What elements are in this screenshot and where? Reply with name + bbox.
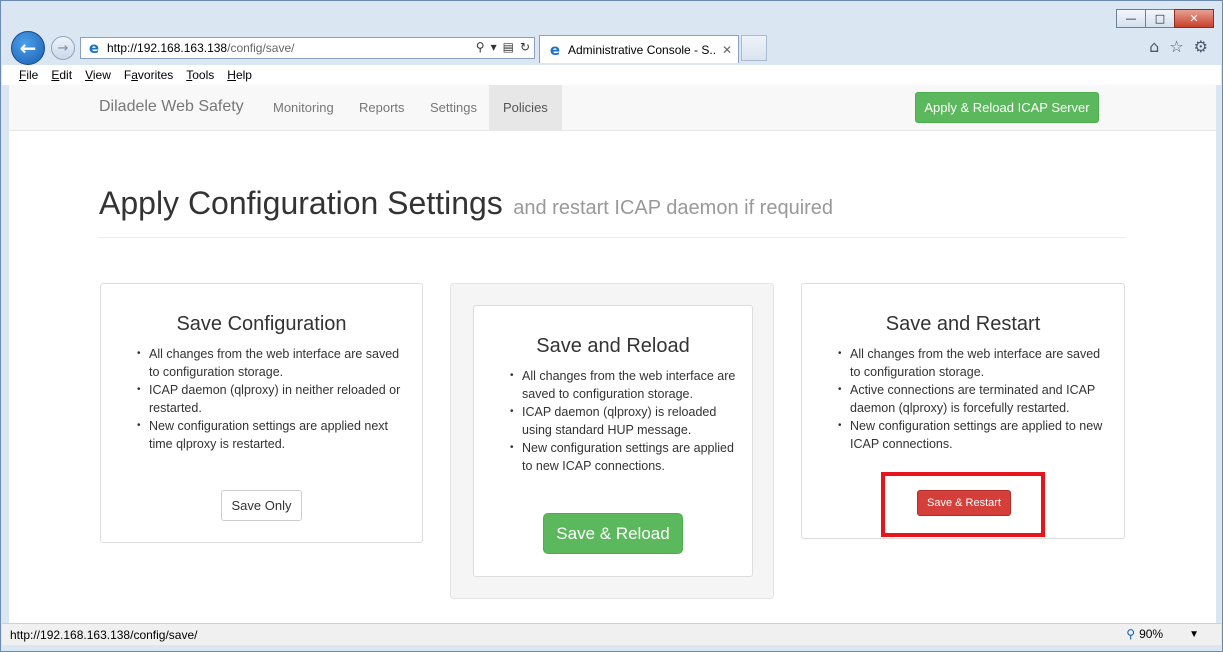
page-header: Apply Configuration Settings and restart… [99,185,1125,238]
list-item: All changes from the web interface are s… [137,345,407,381]
save-reload-panel: Save and Reload All changes from the web… [473,305,753,577]
maximize-icon[interactable]: □ [1145,9,1175,28]
menu-view[interactable]: View [85,68,111,82]
list-item: ICAP daemon (qlproxy) is reloaded using … [510,403,742,439]
dropdown-icon[interactable]: ▾ [491,40,497,54]
status-bar: http://192.168.163.138/config/save/ ⚲ 90… [2,623,1221,645]
minimize-icon[interactable]: — [1116,9,1146,28]
page-subtitle: and restart ICAP daemon if required [513,197,834,219]
list-item: All changes from the web interface are s… [510,367,742,403]
page-title: Apply Configuration Settings [99,185,503,221]
browser-tab[interactable]: e Administrative Console - S... ✕ [539,35,739,63]
list-item: New configuration settings are applied t… [510,439,742,475]
address-tools: ⚲ ▾ ▤ ↻ [476,40,530,54]
forward-arrow-icon[interactable]: → [51,36,75,60]
panel-list: All changes from the web interface are s… [510,367,742,475]
menu-favorites[interactable]: Favorites [124,68,173,82]
panel-title: Save and Reload [536,335,690,357]
browser-window: — □ ✕ ← → e http://192.168.163.138/confi… [0,0,1223,652]
new-tab-button[interactable] [741,35,767,61]
save-reload-well: Save and Reload All changes from the web… [450,283,774,599]
panel-list: All changes from the web interface are s… [137,345,407,453]
url-path: /config/save/ [227,41,295,55]
zoom-level: 90% [1139,627,1164,641]
window-controls: — □ ✕ [1116,9,1214,28]
highlight-annotation-box [881,472,1045,537]
zoom-control[interactable]: ⚲ 90% ▼ [1126,627,1199,641]
apply-reload-icap-button[interactable]: Apply & Reload ICAP Server [915,92,1099,123]
list-item: Active connections are terminated and IC… [838,381,1110,417]
close-icon[interactable]: ✕ [1174,9,1214,28]
compatibility-icon[interactable]: ▤ [503,40,514,54]
save-only-button[interactable]: Save Only [221,490,302,521]
favorites-star-icon[interactable]: ☆ [1169,37,1183,56]
settings-gear-icon[interactable]: ⚙ [1194,37,1208,56]
list-item: All changes from the web interface are s… [838,345,1110,381]
page-viewport: Diladele Web Safety Monitoring Reports S… [9,85,1216,623]
save-configuration-panel: Save Configuration All changes from the … [100,283,423,543]
menu-help[interactable]: Help [227,68,252,82]
browser-right-icons: ⌂ ☆ ⚙ [1149,37,1208,56]
panel-title: Save and Restart [885,313,1041,335]
url-host: http://192.168.163.138 [107,41,228,55]
list-item: ICAP daemon (qlproxy) in neither reloade… [137,381,407,417]
tab-close-icon[interactable]: ✕ [722,43,732,57]
search-icon[interactable]: ⚲ [476,40,485,54]
tab-ie-icon: e [549,40,561,59]
zoom-magnifier-icon: ⚲ [1126,627,1136,641]
nav-policies[interactable]: Policies [489,85,562,131]
panel-list: All changes from the web interface are s… [838,345,1110,453]
menu-file[interactable]: File [19,68,38,82]
browser-nav-row: ← → e http://192.168.163.138/config/save… [1,29,1222,65]
nav-reports[interactable]: Reports [359,100,405,115]
site-navbar: Diladele Web Safety Monitoring Reports S… [9,85,1216,131]
status-url: http://192.168.163.138/config/save/ [10,627,198,642]
list-item: New configuration settings are applied n… [137,417,407,453]
address-bar[interactable]: e http://192.168.163.138/config/save/ ⚲ … [80,37,535,59]
back-arrow-icon[interactable]: ← [11,31,45,65]
refresh-icon[interactable]: ↻ [520,40,530,54]
site-brand[interactable]: Diladele Web Safety [99,98,244,116]
nav-settings[interactable]: Settings [430,100,477,115]
menu-edit[interactable]: Edit [51,68,72,82]
zoom-dropdown-icon[interactable]: ▼ [1189,629,1199,640]
tab-title: Administrative Console - S... [568,42,716,57]
ie-logo-icon: e [88,39,100,57]
panel-title: Save Configuration [176,313,347,335]
save-reload-button[interactable]: Save & Reload [543,513,683,554]
menu-tools[interactable]: Tools [186,68,214,82]
nav-monitoring[interactable]: Monitoring [273,100,334,115]
home-icon[interactable]: ⌂ [1149,37,1159,56]
menu-bar: File Edit View Favorites Tools Help [2,65,1221,85]
list-item: New configuration settings are applied t… [838,417,1110,453]
